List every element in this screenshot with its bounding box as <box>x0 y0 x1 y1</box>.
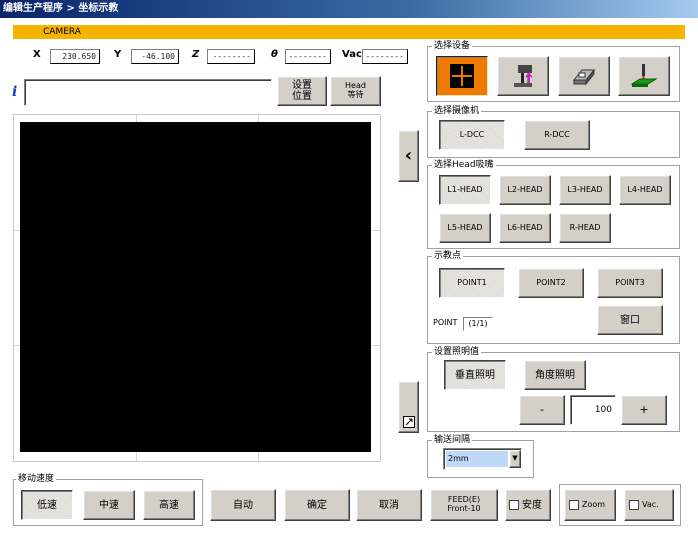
precise-toggle[interactable]: 安度 <box>505 489 551 521</box>
resize-icon <box>402 416 415 428</box>
device-camera-button[interactable] <box>436 56 488 96</box>
vac-label: Vac <box>342 49 362 60</box>
head-l4-button[interactable]: L4-HEAD <box>619 175 671 205</box>
camera-l-dcc-button[interactable]: L-DCC <box>439 120 505 150</box>
zoom-toggle[interactable]: Zoom <box>564 489 616 521</box>
transport-group-label: 输送间隔 <box>432 435 473 445</box>
device-head-button[interactable] <box>497 56 549 96</box>
angle-light-button[interactable]: 角度照明 <box>524 360 586 390</box>
point2-button[interactable]: POINT2 <box>518 268 584 298</box>
device-feeder-button[interactable] <box>558 56 610 96</box>
head-group-label: 选择Head吸嘴 <box>432 160 496 170</box>
head-l5-button[interactable]: L5-HEAD <box>439 213 491 243</box>
head-l3-button[interactable]: L3-HEAD <box>559 175 611 205</box>
confirm-button[interactable]: 确定 <box>284 489 350 521</box>
point-label: POINT <box>433 318 458 327</box>
feed-button[interactable]: FEED(E) Front-10 <box>430 489 498 521</box>
head-r-button[interactable]: R-HEAD <box>559 213 611 243</box>
camera-group-label: 选择摄像机 <box>432 106 482 116</box>
chevron-left-icon: ‹ <box>404 145 413 167</box>
light-value-input[interactable]: 100 <box>570 395 616 425</box>
dropdown-arrow-icon[interactable]: ▼ <box>509 450 521 468</box>
y-label: Y <box>114 49 122 60</box>
camera-r-dcc-button[interactable]: R-DCC <box>524 120 590 150</box>
cancel-button[interactable]: 取消 <box>356 489 422 521</box>
point1-button[interactable]: POINT1 <box>439 268 505 298</box>
expand-view-button[interactable] <box>398 381 419 433</box>
theta-label: θ <box>271 49 278 60</box>
window-title: 编辑生产程序 > 坐标示教 <box>0 0 698 18</box>
point3-button[interactable]: POINT3 <box>597 268 663 298</box>
window-button[interactable]: 窗口 <box>597 305 663 335</box>
feeder-icon <box>572 68 596 86</box>
auto-button[interactable]: 自动 <box>210 489 276 521</box>
vac-checkbox[interactable] <box>629 500 639 510</box>
vac-toggle[interactable]: Vac. <box>624 489 674 521</box>
z-value: -------- <box>207 49 255 64</box>
transport-selected-value: 2mm <box>446 451 508 467</box>
x-label: X <box>33 49 41 60</box>
light-decrease-button[interactable]: - <box>519 395 565 425</box>
vac-label: Vac. <box>642 499 659 509</box>
camera-bar: CAMERA <box>13 25 685 39</box>
speed-low-button[interactable]: 低速 <box>21 490 73 520</box>
light-group-label: 设置照明值 <box>432 347 482 357</box>
head-l1-button[interactable]: L1-HEAD <box>439 175 491 205</box>
collapse-arrow-button[interactable]: ‹ <box>398 130 419 182</box>
vertical-light-button[interactable]: 垂直照明 <box>444 360 506 390</box>
info-input[interactable] <box>24 79 272 106</box>
head-wait-button[interactable]: Head 等待 <box>330 76 381 106</box>
set-position-button[interactable]: 设置 位置 <box>277 76 327 106</box>
teach-group-label: 示教点 <box>432 251 464 261</box>
y-value: -46.100 <box>131 49 179 64</box>
speed-mid-button[interactable]: 中速 <box>83 490 135 520</box>
zoom-label: Zoom <box>582 499 606 509</box>
board-icon <box>630 64 658 87</box>
device-group-label: 选择设备 <box>432 41 473 51</box>
precise-label: 安度 <box>522 499 542 511</box>
z-label: Z <box>192 49 200 60</box>
transport-select[interactable]: 2mm ▼ <box>443 448 522 470</box>
camera-image-view[interactable] <box>20 122 371 452</box>
light-increase-button[interactable]: + <box>621 395 667 425</box>
speed-group-label: 移动速度 <box>16 474 57 484</box>
head-l6-button[interactable]: L6-HEAD <box>499 213 551 243</box>
head-icon <box>514 65 533 87</box>
precise-checkbox[interactable] <box>509 500 519 510</box>
device-board-button[interactable] <box>618 56 670 96</box>
head-l2-button[interactable]: L2-HEAD <box>499 175 551 205</box>
vac-value: -------- <box>362 49 408 64</box>
x-value: 230.650 <box>50 49 100 64</box>
point-counter: (1/1) <box>463 317 493 331</box>
zoom-checkbox[interactable] <box>569 500 579 510</box>
crosshair-icon <box>450 64 474 88</box>
info-icon: i <box>12 84 18 100</box>
theta-value: -------- <box>285 49 331 64</box>
speed-high-button[interactable]: 高速 <box>143 490 195 520</box>
